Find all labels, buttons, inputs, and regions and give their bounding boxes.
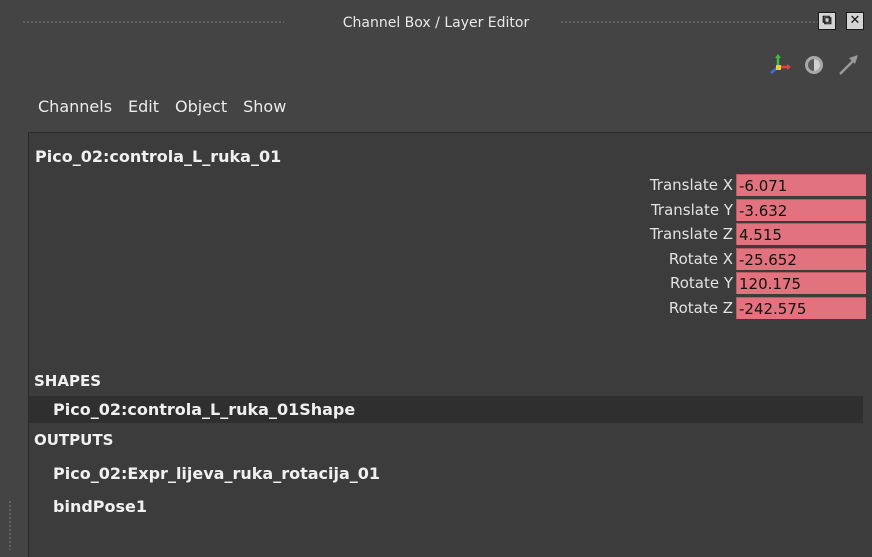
shapes-heading: SHAPES [34, 372, 102, 390]
close-window-button[interactable]: ✕ [846, 12, 864, 30]
shape-node-item[interactable]: Pico_02:controla_L_ruka_01Shape [29, 396, 863, 423]
attr-label[interactable]: Translate X [650, 176, 736, 194]
attr-value-field[interactable]: 4.515 [736, 223, 866, 246]
axis-icon[interactable] [768, 53, 792, 77]
attr-value-field[interactable]: -3.632 [736, 198, 866, 221]
attr-label[interactable]: Translate Y [651, 201, 736, 219]
outputs-heading: OUTPUTS [34, 431, 114, 449]
float-window-button[interactable]: ⧉ [818, 12, 836, 30]
attr-value-field[interactable]: -25.652 [736, 247, 866, 270]
output-node-item[interactable]: bindPose1 [29, 493, 863, 520]
menu-channels[interactable]: Channels [30, 97, 120, 116]
menu-bar: Channels Edit Object Show [30, 97, 294, 116]
attr-value-field[interactable]: -242.575 [736, 296, 866, 319]
menu-show[interactable]: Show [235, 97, 294, 116]
object-name[interactable]: Pico_02:controla_L_ruka_01 [35, 147, 281, 166]
attr-label[interactable]: Rotate Z [669, 299, 736, 317]
toolbar-icons [768, 52, 860, 78]
attr-row-translate-y: Translate Y -3.632 [650, 198, 866, 223]
arrow-icon[interactable] [836, 53, 860, 77]
attr-row-rotate-x: Rotate X -25.652 [650, 247, 866, 272]
attr-label[interactable]: Rotate X [669, 250, 736, 268]
menu-object[interactable]: Object [167, 97, 235, 116]
attr-row-translate-x: Translate X -6.071 [650, 173, 866, 198]
attr-value-field[interactable]: -6.071 [736, 174, 866, 197]
attr-label[interactable]: Translate Z [650, 225, 736, 243]
channel-box-panel: Pico_02:controla_L_ruka_01 Translate X -… [28, 132, 872, 557]
menu-edit[interactable]: Edit [120, 97, 167, 116]
attr-row-rotate-z: Rotate Z -242.575 [650, 296, 866, 321]
panel-resize-grip[interactable] [8, 500, 13, 550]
output-node-item[interactable]: Pico_02:Expr_lijeva_ruka_rotacija_01 [29, 460, 863, 487]
attr-label[interactable]: Rotate Y [670, 274, 736, 292]
attr-row-translate-z: Translate Z 4.515 [650, 222, 866, 247]
attribute-list: Translate X -6.071 Translate Y -3.632 Tr… [650, 173, 866, 320]
attr-row-rotate-y: Rotate Y 120.175 [650, 271, 866, 296]
attr-value-field[interactable]: 120.175 [736, 272, 866, 295]
title-bar[interactable]: Channel Box / Layer Editor ⧉ ✕ [0, 0, 872, 46]
title-grip-right[interactable] [560, 20, 818, 25]
display-icon[interactable] [802, 53, 826, 77]
